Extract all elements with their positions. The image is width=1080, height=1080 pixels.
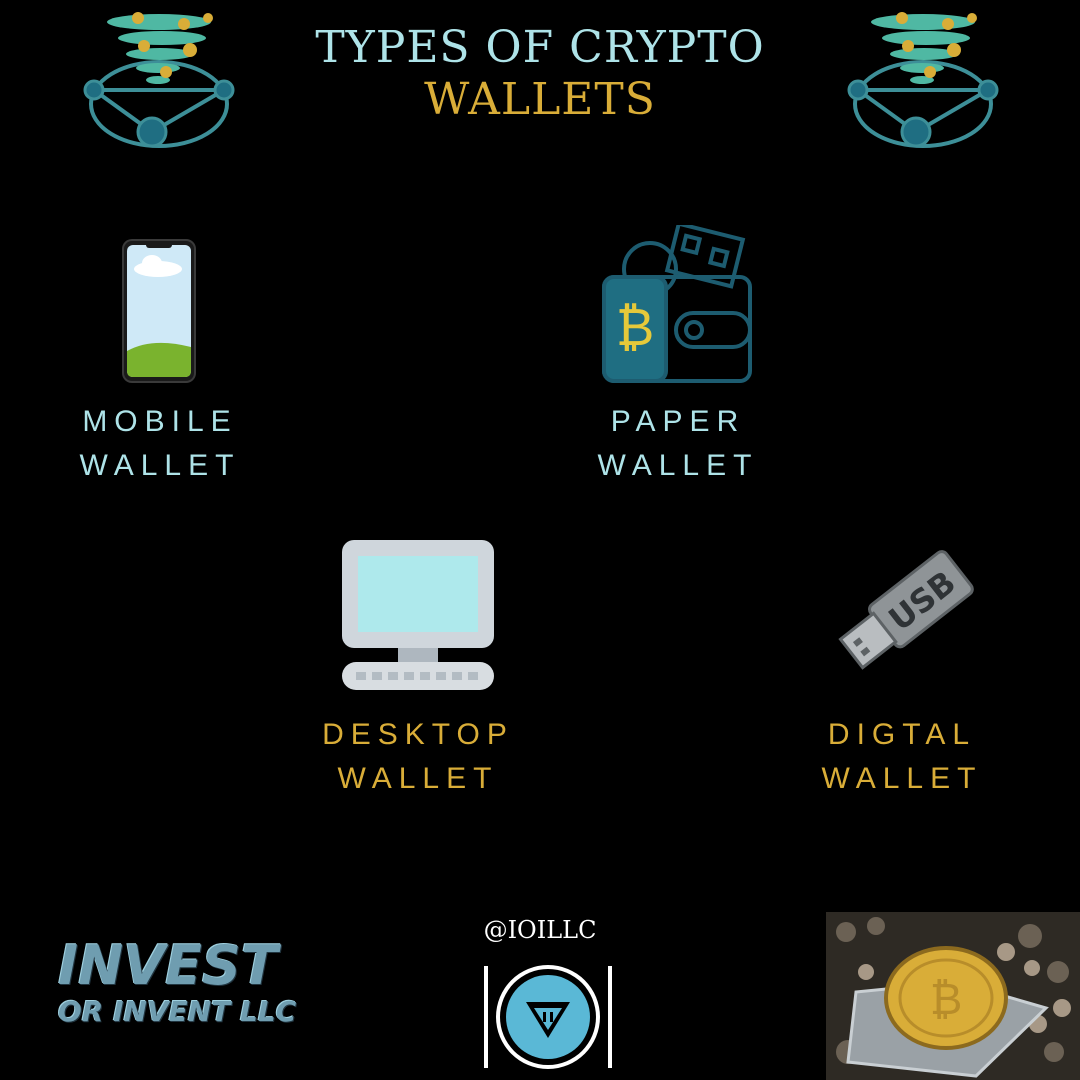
title-line-1: TYPES OF CRYPTO [315, 22, 765, 73]
wallet-label-line-1: DIGTAL [827, 718, 977, 751]
svg-text:₿: ₿ [616, 298, 655, 358]
bitcoin-circuit-photo: ₿ [826, 912, 1080, 1080]
desktop-computer-icon [342, 540, 494, 690]
wallet-label-desktop: DESKTOP WALLET [298, 713, 538, 801]
wallet-label-line-1: MOBILE [82, 405, 238, 438]
smartphone-icon [122, 239, 196, 383]
brand-logo-line-2: OR INVENT LLC [58, 995, 297, 1028]
brand-logo: INVEST OR INVENT LLC [58, 936, 348, 1028]
wallet-label-digital: DIGTAL WALLET [782, 713, 1022, 801]
wallet-label-mobile: MOBILE WALLET [40, 400, 280, 488]
wallet-label-line-2: WALLET [821, 762, 983, 795]
usb-drive-icon: USB [838, 550, 974, 670]
wallet-label-line-2: WALLET [79, 449, 241, 482]
wallet-label-line-2: WALLET [337, 762, 499, 795]
brand-logo-line-1: INVEST [58, 934, 278, 997]
wallet-label-line-1: PAPER [610, 405, 746, 438]
wallet-label-line-2: WALLET [597, 449, 759, 482]
title-line-2: WALLETS [424, 74, 656, 125]
brand-emblem-icon [484, 965, 612, 1069]
wallet-label-paper: PAPER WALLET [558, 400, 798, 488]
wallet-label-line-1: DESKTOP [322, 718, 514, 751]
svg-text:₿: ₿ [930, 974, 963, 1025]
bitcoin-wallet-icon: ₿ [602, 225, 752, 383]
